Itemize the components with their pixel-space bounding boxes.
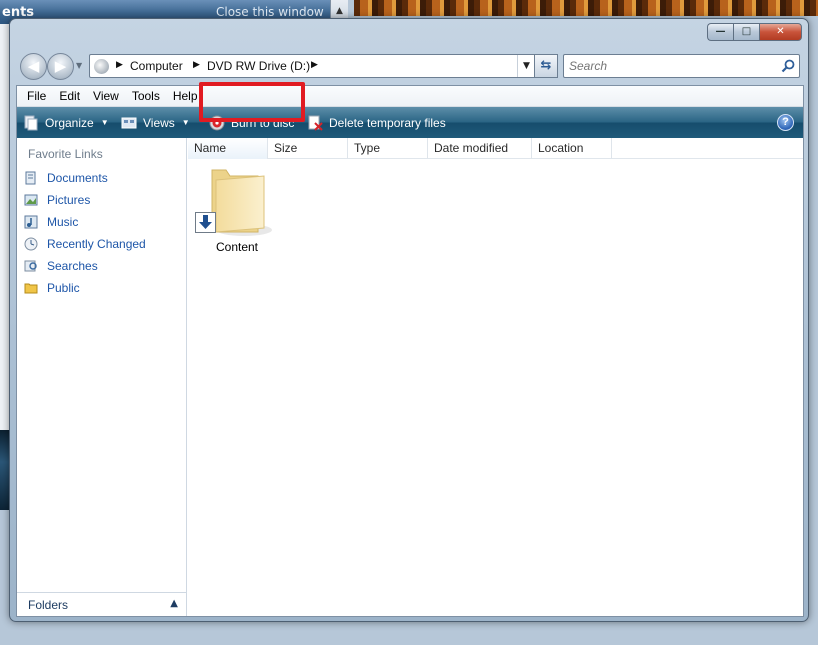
music-icon	[24, 215, 38, 229]
organize-icon	[24, 115, 38, 130]
command-bar: Organize ▼ Views ▼ Burn to disc Delete t…	[17, 107, 803, 138]
menu-file[interactable]: File	[21, 86, 53, 106]
column-headers: Name Size Type Date modified Location	[188, 138, 803, 159]
column-header-type[interactable]: Type	[348, 138, 428, 159]
explorer-content-frame: File Edit View Tools Help Organize ▼ Vie…	[16, 85, 804, 617]
nav-link-public[interactable]: Public	[24, 279, 80, 297]
burn-to-disc-button[interactable]: Burn to disc	[209, 107, 294, 138]
organize-dropdown-icon: ▼	[100, 118, 109, 127]
folders-toggle[interactable]: Folders ▲	[17, 592, 186, 616]
breadcrumb-computer[interactable]: Computer	[130, 59, 183, 73]
pending-burn-icon	[195, 212, 216, 233]
window-controls: — □ ✕	[707, 23, 802, 42]
menu-help[interactable]: Help	[167, 86, 205, 106]
views-label: Views	[143, 115, 175, 130]
back-button[interactable]: ◀	[20, 53, 47, 80]
burn-to-disc-label: Burn to disc	[231, 115, 295, 130]
nav-link-label: Searches	[47, 259, 98, 273]
public-folder-icon	[24, 283, 38, 294]
breadcrumb-dvd-drive[interactable]: DVD RW Drive (D:)	[207, 59, 310, 73]
delete-temporary-files-label: Delete temporary files	[329, 115, 446, 130]
nav-link-recently-changed[interactable]: Recently Changed	[24, 235, 146, 253]
address-bar[interactable]: ▶ Computer ▶ DVD RW Drive (D:) ▶ ▼	[89, 54, 536, 78]
search-input[interactable]	[564, 55, 769, 77]
favorite-links-heading: Favorite Links	[28, 147, 103, 161]
search-icon[interactable]	[780, 58, 796, 74]
search-box[interactable]	[563, 54, 800, 78]
breadcrumb-separator-icon[interactable]: ▶	[193, 60, 200, 70]
explorer-window: — □ ✕ ◀ ▶ ▼ ▶ Computer ▶ DVD RW Drive (D…	[9, 18, 809, 622]
background-close-hint[interactable]: Close this window	[216, 5, 324, 19]
address-dropdown-icon[interactable]: ▼	[517, 55, 535, 77]
organize-label: Organize	[45, 115, 94, 130]
nav-link-searches[interactable]: Searches	[24, 257, 98, 275]
nav-link-label: Pictures	[47, 193, 91, 207]
column-header-location[interactable]: Location	[532, 138, 612, 159]
searches-icon	[24, 260, 37, 272]
nav-link-label: Public	[47, 281, 80, 295]
computer-icon	[94, 59, 109, 74]
views-icon	[121, 117, 137, 128]
pictures-icon	[24, 194, 38, 206]
nav-link-label: Recently Changed	[47, 237, 146, 251]
back-arrow-icon: ◀	[27, 57, 40, 75]
column-header-name[interactable]: Name	[188, 138, 268, 159]
views-dropdown-icon: ▼	[181, 118, 190, 127]
nav-link-documents[interactable]: Documents	[24, 169, 108, 187]
help-icon[interactable]: ?	[777, 114, 794, 131]
menu-view[interactable]: View	[87, 86, 126, 106]
forward-arrow-icon: ▶	[54, 57, 67, 75]
folders-label: Folders	[28, 598, 69, 612]
nav-link-label: Music	[47, 215, 79, 229]
chevron-up-icon: ▲	[170, 598, 178, 609]
navigation-pane: Favorite Links Documents Pictures Music …	[17, 138, 187, 616]
minimize-button[interactable]: —	[707, 23, 733, 41]
breadcrumb-separator-icon[interactable]: ▶	[311, 60, 318, 70]
documents-icon	[25, 171, 36, 185]
nav-link-pictures[interactable]: Pictures	[24, 191, 90, 209]
recent-pages-dropdown[interactable]: ▼	[76, 61, 82, 70]
close-button[interactable]: ✕	[759, 23, 802, 41]
menu-tools[interactable]: Tools	[126, 86, 167, 106]
column-header-size[interactable]: Size	[268, 138, 348, 159]
views-button[interactable]: Views ▼	[121, 107, 190, 138]
delete-temp-files-icon	[308, 115, 323, 131]
burn-disc-icon	[209, 115, 225, 130]
maximize-button[interactable]: □	[733, 23, 759, 41]
background-wallpaper	[354, 0, 818, 16]
file-item-name: Content	[215, 240, 259, 254]
refresh-icon: ⇆	[540, 58, 552, 73]
organize-button[interactable]: Organize ▼	[23, 107, 109, 138]
menu-edit[interactable]: Edit	[53, 86, 87, 106]
column-header-date-modified[interactable]: Date modified	[428, 138, 532, 159]
refresh-button[interactable]: ⇆	[534, 54, 558, 78]
forward-button[interactable]: ▶	[47, 53, 74, 80]
nav-link-music[interactable]: Music	[24, 213, 78, 231]
file-item-content-folder[interactable]: Content	[194, 164, 280, 260]
menu-bar: File Edit View Tools Help	[17, 86, 803, 107]
recently-changed-icon	[24, 237, 38, 251]
file-list: Name Size Type Date modified Location Co…	[188, 138, 803, 616]
breadcrumb-separator-icon[interactable]: ▶	[116, 60, 123, 70]
delete-temporary-files-button[interactable]: Delete temporary files	[307, 107, 446, 138]
nav-link-label: Documents	[47, 171, 108, 185]
